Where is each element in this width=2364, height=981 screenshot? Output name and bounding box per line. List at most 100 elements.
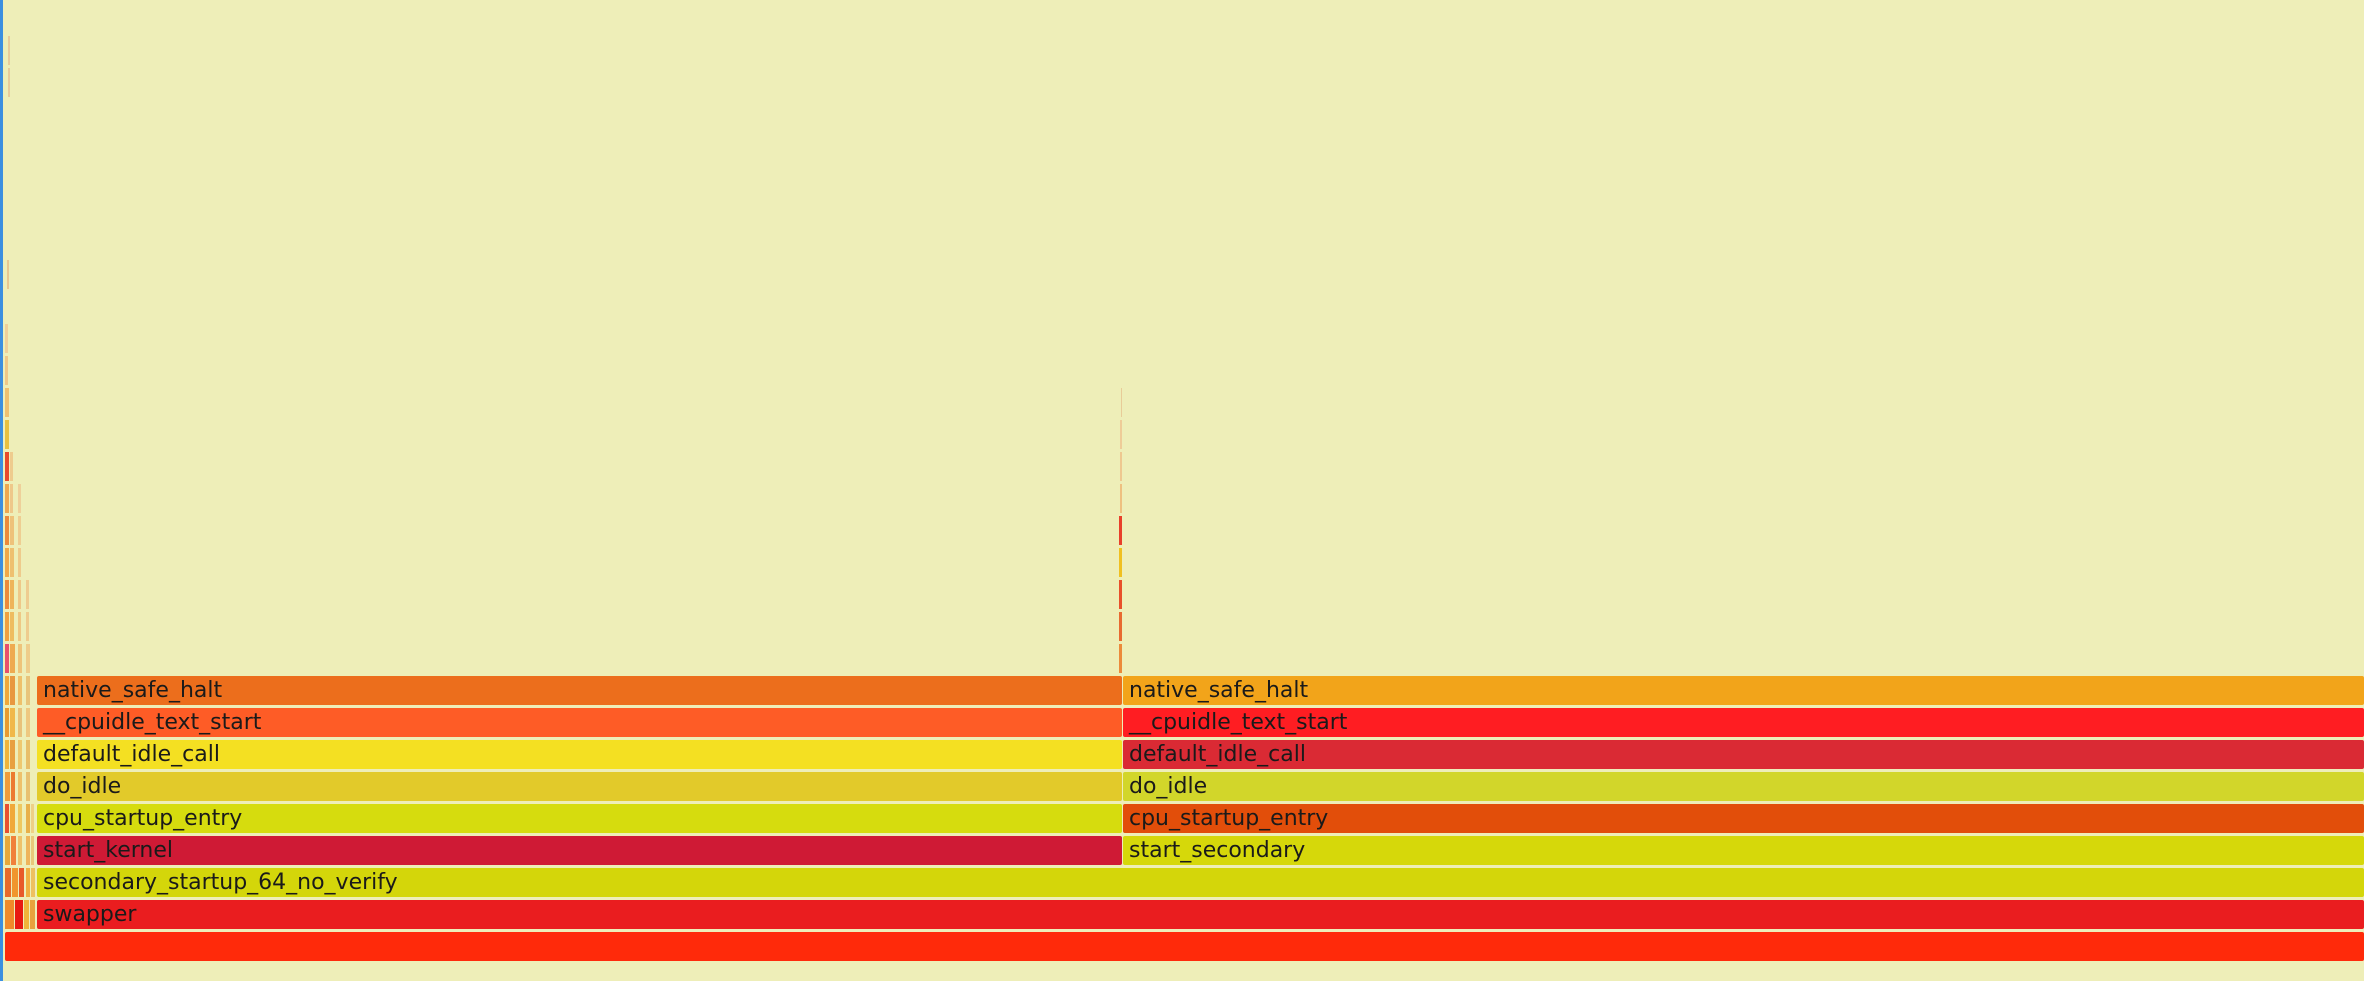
narrow-frame[interactable]: [31, 868, 35, 897]
narrow-frame[interactable]: [5, 836, 10, 865]
narrow-frame[interactable]: [18, 516, 21, 545]
narrow-frame[interactable]: [10, 484, 13, 513]
frame-cpuidle-text-start[interactable]: __cpuidle_text_start: [37, 708, 1122, 737]
narrow-frame[interactable]: [10, 612, 14, 641]
narrow-frame[interactable]: [1119, 612, 1122, 641]
narrow-frame[interactable]: [26, 740, 30, 769]
frame-do-idle[interactable]: do_idle: [37, 772, 1122, 801]
narrow-frame[interactable]: [1120, 452, 1122, 481]
narrow-frame[interactable]: [8, 36, 10, 65]
frame-default-idle-call[interactable]: default_idle_call: [1123, 740, 2364, 769]
frame-label: do_idle: [1129, 774, 1208, 799]
narrow-frame[interactable]: [5, 420, 9, 449]
frame-start-secondary[interactable]: start_secondary: [1123, 836, 2364, 865]
narrow-frame[interactable]: [10, 548, 14, 577]
frame-swapper[interactable]: swapper: [37, 900, 2364, 929]
narrow-frame[interactable]: [18, 772, 22, 801]
narrow-frame[interactable]: [26, 676, 30, 705]
narrow-frame[interactable]: [5, 644, 9, 673]
narrow-frame[interactable]: [5, 900, 14, 929]
narrow-frame[interactable]: [10, 452, 13, 481]
narrow-frame[interactable]: [10, 676, 15, 705]
narrow-frame[interactable]: [1119, 548, 1122, 577]
narrow-frame[interactable]: [5, 772, 10, 801]
narrow-frame[interactable]: [18, 676, 22, 705]
narrow-frame[interactable]: [5, 868, 11, 897]
frame-native-safe-halt[interactable]: native_safe_halt: [1123, 676, 2364, 705]
frame-cpu-startup-entry[interactable]: cpu_startup_entry: [1123, 804, 2364, 833]
narrow-frame[interactable]: [10, 708, 15, 737]
narrow-frame[interactable]: [1120, 484, 1122, 513]
narrow-frame[interactable]: [10, 516, 14, 545]
narrow-frame[interactable]: [8, 68, 10, 97]
narrow-frame[interactable]: [26, 836, 30, 865]
narrow-frame[interactable]: [31, 836, 34, 865]
narrow-frame[interactable]: [26, 772, 30, 801]
narrow-frame[interactable]: [26, 644, 30, 673]
frame-label: swapper: [43, 902, 137, 927]
narrow-frame[interactable]: [1119, 580, 1122, 609]
narrow-frame[interactable]: [5, 612, 9, 641]
frame-start-kernel[interactable]: start_kernel: [37, 836, 1122, 865]
frame-label: do_idle: [43, 774, 122, 799]
frame-label: default_idle_call: [1129, 742, 1306, 767]
narrow-frame[interactable]: [5, 452, 9, 481]
narrow-frame[interactable]: [26, 580, 29, 609]
narrow-frame[interactable]: [7, 260, 9, 289]
narrow-frame[interactable]: [26, 612, 29, 641]
frame-label: cpu_startup_entry: [43, 806, 243, 831]
narrow-frame[interactable]: [5, 580, 9, 609]
narrow-frame[interactable]: [18, 804, 22, 833]
narrow-frame[interactable]: [1119, 516, 1122, 545]
frame-default-idle-call[interactable]: default_idle_call: [37, 740, 1122, 769]
narrow-frame[interactable]: [5, 516, 9, 545]
narrow-frame[interactable]: [18, 836, 22, 865]
narrow-frame[interactable]: [10, 804, 15, 833]
narrow-frame[interactable]: [1121, 388, 1122, 417]
narrow-frame[interactable]: [1119, 644, 1122, 673]
narrow-frame[interactable]: [15, 900, 23, 929]
frame-cpuidle-text-start[interactable]: __cpuidle_text_start: [1123, 708, 2364, 737]
frame-label: native_safe_halt: [1129, 678, 1309, 703]
narrow-frame[interactable]: [24, 900, 29, 929]
narrow-frame[interactable]: [5, 548, 9, 577]
narrow-frame[interactable]: [26, 868, 30, 897]
frame-cpu-startup-entry[interactable]: cpu_startup_entry: [37, 804, 1122, 833]
narrow-frame[interactable]: [18, 740, 22, 769]
narrow-frame[interactable]: [5, 484, 9, 513]
narrow-frame[interactable]: [18, 612, 21, 641]
narrow-frame[interactable]: [26, 804, 30, 833]
narrow-frame[interactable]: [5, 804, 9, 833]
frame-root[interactable]: [5, 932, 2364, 961]
frame-label: secondary_startup_64_no_verify: [43, 870, 398, 895]
narrow-frame[interactable]: [12, 868, 18, 897]
narrow-frame[interactable]: [5, 708, 9, 737]
narrow-frame[interactable]: [10, 644, 15, 673]
narrow-frame[interactable]: [5, 388, 9, 417]
narrow-frame[interactable]: [5, 740, 9, 769]
narrow-frame[interactable]: [26, 708, 30, 737]
narrow-frame[interactable]: [11, 772, 15, 801]
narrow-frame[interactable]: [10, 580, 14, 609]
frame-label: default_idle_call: [43, 742, 220, 767]
flame-graph[interactable]: swapper secondary_startup_64_no_verify s…: [0, 0, 2364, 981]
frame-do-idle[interactable]: do_idle: [1123, 772, 2364, 801]
frame-label: __cpuidle_text_start: [43, 710, 262, 735]
narrow-frame[interactable]: [30, 900, 35, 929]
narrow-frame[interactable]: [18, 708, 22, 737]
frame-secondary-startup-64-no-verify[interactable]: secondary_startup_64_no_verify: [37, 868, 2364, 897]
narrow-frame[interactable]: [31, 804, 34, 833]
narrow-frame[interactable]: [10, 740, 15, 769]
narrow-frame[interactable]: [18, 548, 21, 577]
narrow-frame[interactable]: [5, 324, 8, 353]
narrow-frame[interactable]: [19, 868, 24, 897]
narrow-frame[interactable]: [18, 580, 21, 609]
narrow-frame[interactable]: [5, 676, 9, 705]
narrow-frame[interactable]: [1120, 420, 1122, 449]
narrow-frame[interactable]: [18, 644, 22, 673]
frame-label: start_secondary: [1129, 838, 1306, 863]
narrow-frame[interactable]: [11, 836, 16, 865]
narrow-frame[interactable]: [18, 484, 21, 513]
narrow-frame[interactable]: [5, 356, 8, 385]
frame-native-safe-halt[interactable]: native_safe_halt: [37, 676, 1122, 705]
